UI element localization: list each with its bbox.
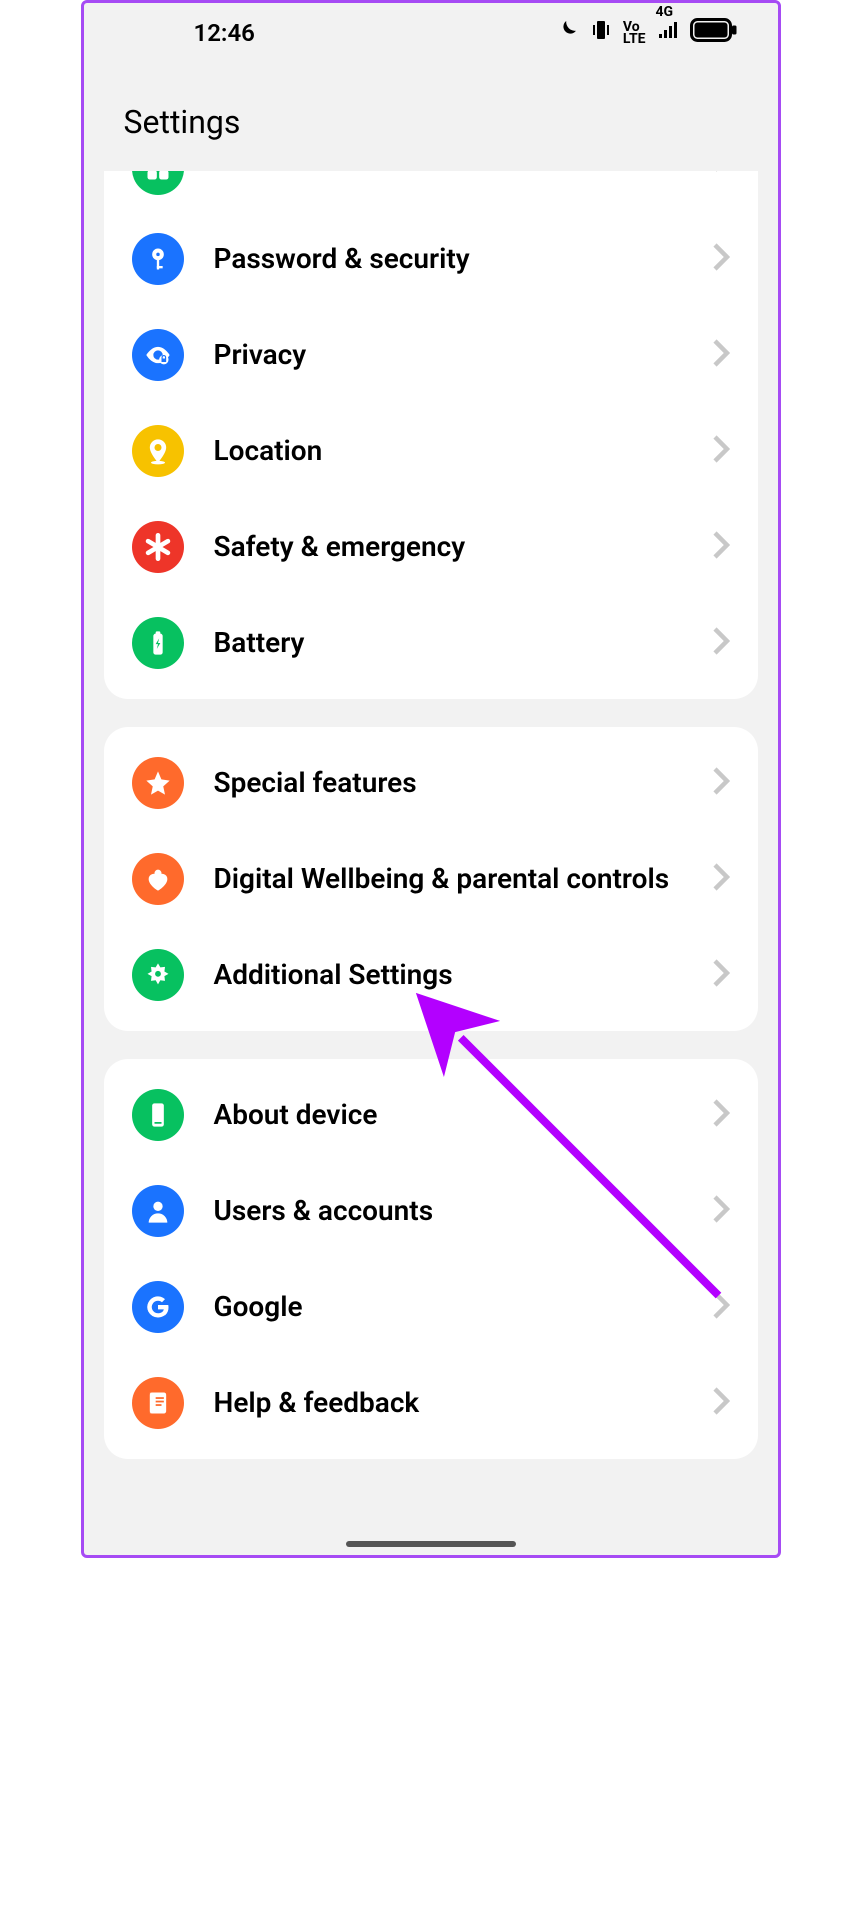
settings-row-label: Additional Settings [214, 956, 712, 994]
gear-star-icon [132, 949, 184, 1001]
dnd-moon-icon [555, 18, 579, 48]
settings-row-battery[interactable]: Battery [104, 595, 758, 691]
book-icon [132, 1377, 184, 1429]
chevron-right-icon [712, 1386, 730, 1420]
key-icon [132, 233, 184, 285]
settings-row-digital_wellbeing[interactable]: Digital Wellbeing & parental controls [104, 831, 758, 927]
device-frame: 12:46 Vo LTE 4G Settings Apps Password & … [81, 0, 781, 1558]
settings-group: About device Users & accounts Google Help &… [104, 1059, 758, 1459]
settings-row-label: Battery [214, 624, 712, 662]
vibrate-icon [589, 18, 613, 48]
settings-row-label: Safety & emergency [214, 528, 712, 566]
chevron-right-icon [712, 530, 730, 564]
volte-indicator: Vo LTE [623, 21, 646, 45]
settings-row-label: Location [214, 432, 712, 470]
settings-row-google[interactable]: Google [104, 1259, 758, 1355]
battery-status-icon [690, 18, 738, 48]
status-icons: Vo LTE 4G [555, 18, 738, 48]
google-icon [132, 1281, 184, 1333]
chevron-right-icon [712, 1098, 730, 1132]
settings-row-safety_emergency[interactable]: Safety & emergency [104, 499, 758, 595]
eye-lock-icon [132, 329, 184, 381]
page-title: Settings [84, 63, 778, 171]
settings-row-label: About device [214, 1096, 712, 1134]
chevron-right-icon [712, 1290, 730, 1324]
home-indicator [346, 1541, 516, 1547]
settings-row-location[interactable]: Location [104, 403, 758, 499]
chevron-right-icon [712, 171, 730, 177]
chevron-right-icon [712, 1194, 730, 1228]
settings-row-additional_settings[interactable]: Additional Settings [104, 927, 758, 1023]
settings-row-apps[interactable]: Apps [104, 171, 758, 211]
settings-row-help_feedback[interactable]: Help & feedback [104, 1355, 758, 1451]
chevron-right-icon [712, 958, 730, 992]
settings-row-label: Users & accounts [214, 1192, 712, 1230]
settings-row-label: Privacy [214, 336, 712, 374]
apps-icon [132, 171, 184, 195]
chevron-right-icon [712, 434, 730, 468]
phone-icon [132, 1089, 184, 1141]
settings-row-label: Apps [214, 171, 712, 173]
settings-row-label: Help & feedback [214, 1384, 712, 1422]
person-icon [132, 1185, 184, 1237]
settings-row-about_device[interactable]: About device [104, 1067, 758, 1163]
settings-row-label: Special features [214, 764, 712, 802]
asterisk-icon [132, 521, 184, 573]
status-bar: 12:46 Vo LTE 4G [84, 3, 778, 63]
chevron-right-icon [712, 242, 730, 276]
chevron-right-icon [712, 766, 730, 800]
settings-row-password_security[interactable]: Password & security [104, 211, 758, 307]
settings-group: Apps Password & security Privacy Location Sa… [104, 171, 758, 699]
signal-icon: 4G [656, 18, 680, 48]
settings-row-users_accounts[interactable]: Users & accounts [104, 1163, 758, 1259]
chevron-right-icon [712, 862, 730, 896]
settings-row-privacy[interactable]: Privacy [104, 307, 758, 403]
settings-row-label: Password & security [214, 240, 712, 278]
chevron-right-icon [712, 338, 730, 372]
location-icon [132, 425, 184, 477]
heart-icon [132, 853, 184, 905]
settings-row-special_features[interactable]: Special features [104, 735, 758, 831]
battery-icon [132, 617, 184, 669]
star-icon [132, 757, 184, 809]
settings-row-label: Google [214, 1288, 712, 1326]
chevron-right-icon [712, 626, 730, 660]
status-time: 12:46 [194, 19, 255, 47]
settings-row-label: Digital Wellbeing & parental controls [214, 860, 712, 898]
settings-content: Apps Password & security Privacy Location Sa… [84, 171, 778, 1459]
settings-group: Special features Digital Wellbeing & pare… [104, 727, 758, 1031]
